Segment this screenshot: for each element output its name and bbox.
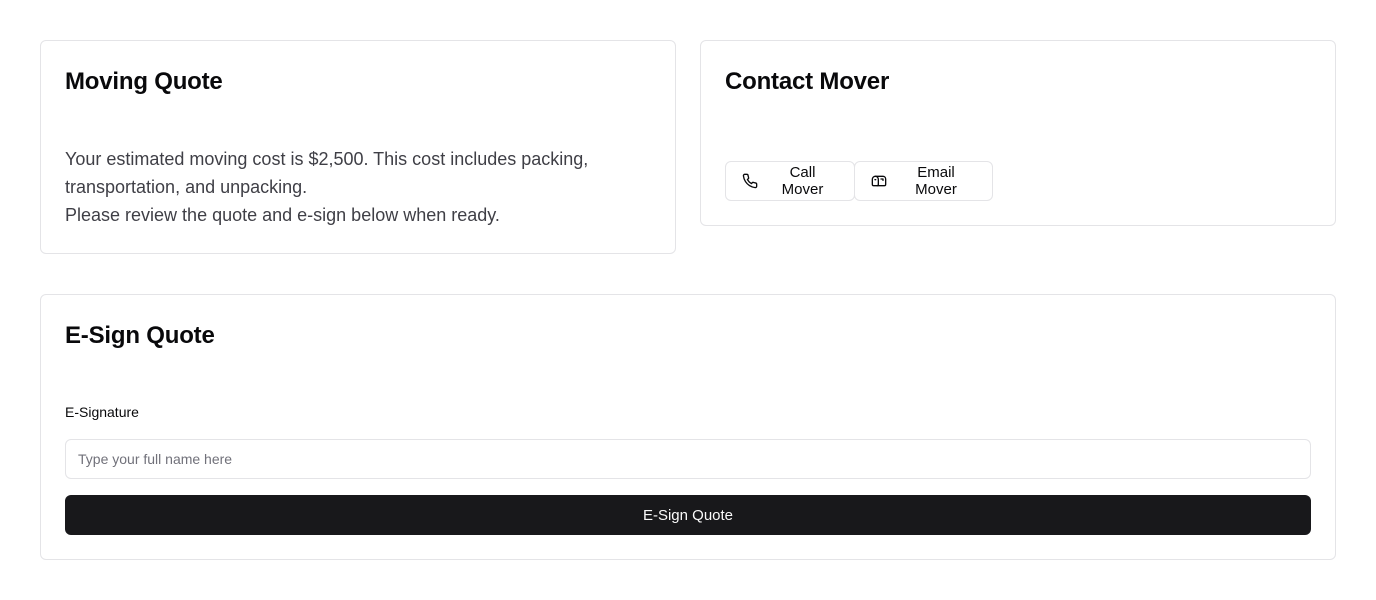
call-mover-label: Call Mover	[781, 164, 824, 198]
quote-line-2: transportation, and unpacking.	[65, 177, 308, 197]
call-mover-button[interactable]: Call Mover	[725, 161, 855, 201]
phone-icon	[742, 173, 758, 189]
esign-quote-button[interactable]: E-Sign Quote	[65, 495, 1311, 535]
esign-quote-title: E-Sign Quote	[65, 322, 215, 349]
esign-quote-card: E-Sign Quote E-Signature E-Sign Quote	[40, 294, 1336, 560]
esignature-input[interactable]	[65, 439, 1311, 479]
quote-line-3: Please review the quote and e-sign below…	[65, 205, 500, 225]
quote-line-1: Your estimated moving cost is $2,500. Th…	[65, 149, 589, 169]
email-mover-label: Email Mover	[915, 164, 957, 198]
contact-mover-title: Contact Mover	[725, 68, 890, 95]
moving-quote-title: Moving Quote	[65, 68, 223, 95]
esignature-label: E-Signature	[65, 404, 139, 420]
contact-mover-card: Contact Mover Call Mover Email Mover	[700, 40, 1336, 226]
email-mover-button[interactable]: Email Mover	[854, 161, 993, 201]
mailbox-icon	[871, 173, 887, 189]
moving-quote-card: Moving Quote Your estimated moving cost …	[40, 40, 676, 254]
quote-description: Your estimated moving cost is $2,500. Th…	[65, 145, 665, 229]
